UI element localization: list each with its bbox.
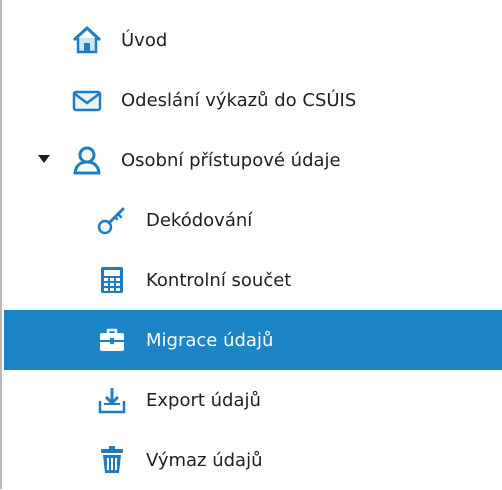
export-icon: [96, 384, 128, 416]
tree-item-osobni-udaje[interactable]: Osobní přístupové údaje: [4, 130, 502, 190]
home-icon: [71, 24, 103, 56]
user-icon: [71, 144, 103, 176]
trash-icon: [96, 444, 128, 476]
tree-item-label: Migrace údajů: [146, 329, 274, 351]
briefcase-icon: [96, 324, 128, 356]
key-icon: [96, 204, 128, 236]
tree-item-vymaz-udaju[interactable]: Výmaz údajů: [4, 430, 502, 490]
tree-item-label: Export údajů: [146, 389, 261, 411]
tree-item-label: Dekódování: [146, 209, 253, 231]
tree-item-label: Osobní přístupové údaje: [121, 149, 341, 171]
navigation-tree: Úvod Odeslání výkazů do CSÚIS Osobní pří…: [0, 0, 502, 489]
calculator-icon: [96, 264, 128, 296]
expand-arrow-icon[interactable]: [38, 155, 50, 163]
envelope-icon: [71, 84, 103, 116]
tree-item-label: Odeslání výkazů do CSÚIS: [121, 89, 357, 111]
tree-item-kontrolni-soucet[interactable]: Kontrolní součet: [4, 250, 502, 310]
tree-item-odeslani[interactable]: Odeslání výkazů do CSÚIS: [4, 70, 502, 130]
tree-item-migrace-udaju[interactable]: Migrace údajů: [4, 310, 502, 370]
tree-item-label: Kontrolní součet: [146, 269, 292, 291]
tree-item-dekodovani[interactable]: Dekódování: [4, 190, 502, 250]
tree-item-label: Úvod: [121, 29, 168, 51]
tree-item-label: Výmaz údajů: [146, 449, 263, 471]
tree-item-export-udaju[interactable]: Export údajů: [4, 370, 502, 430]
tree-item-uvod[interactable]: Úvod: [4, 10, 502, 70]
